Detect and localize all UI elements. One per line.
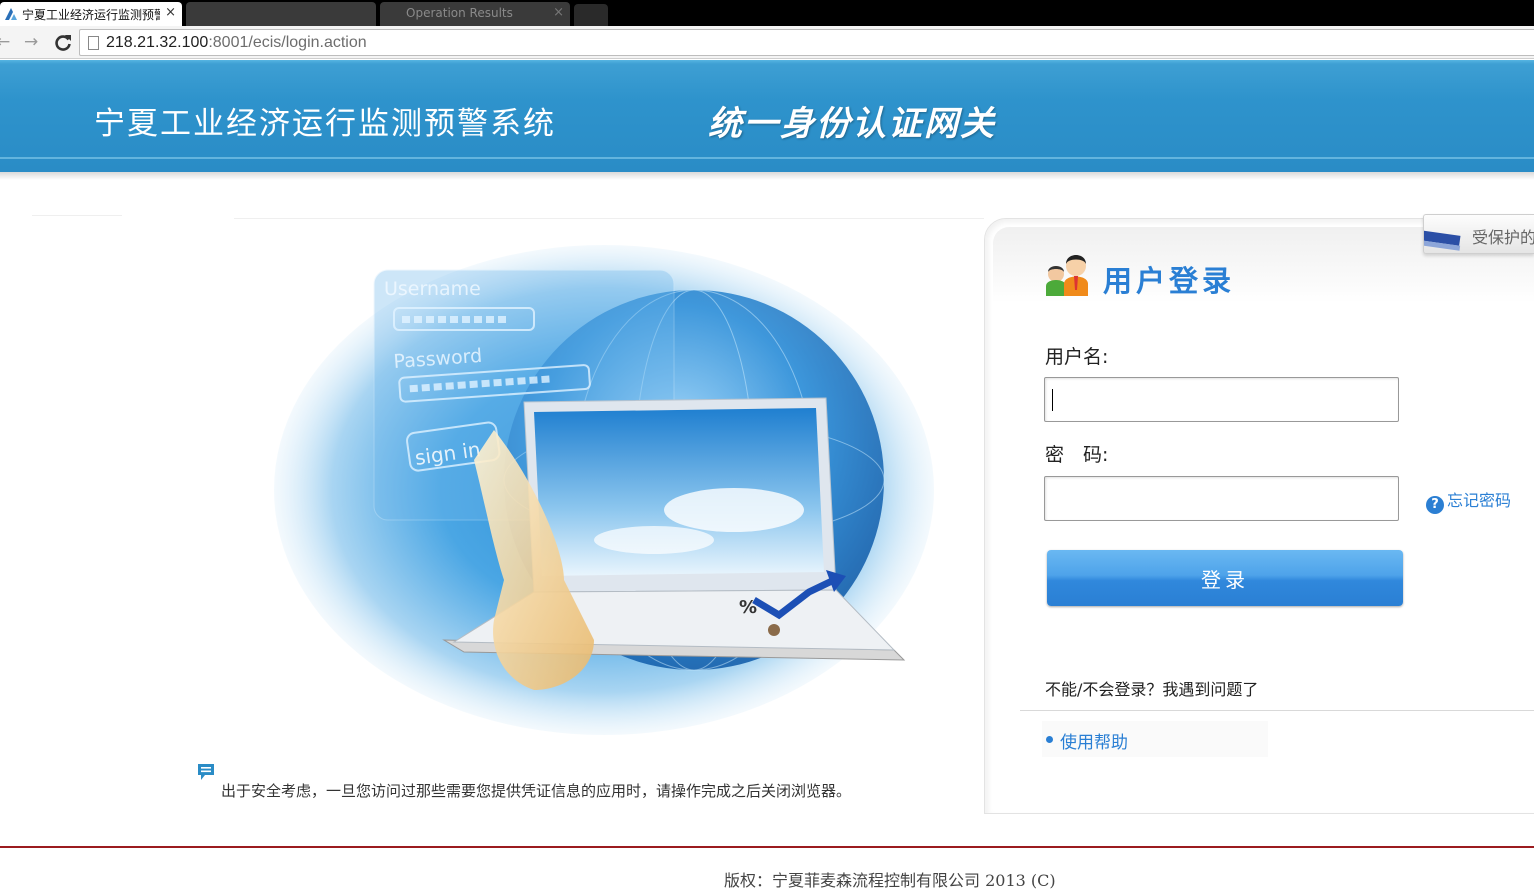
username-input[interactable] (1044, 377, 1399, 422)
copyright-text: 版权：宁夏菲麦森流程控制有限公司 2013 (C) (724, 871, 1056, 890)
bullet-icon (1046, 736, 1053, 743)
login-illustration: Username Password sign in % (234, 220, 984, 742)
hero-percent-label: % (739, 597, 757, 618)
forward-icon[interactable]: → (24, 33, 38, 51)
protected-tab-label: 受保护的 (1472, 228, 1534, 247)
divider (32, 215, 122, 216)
hero-username-label: Username (384, 278, 481, 300)
system-title: 宁夏工业经济运行监测预警系统 (94, 106, 556, 142)
page-icon (88, 36, 99, 50)
security-notice: 出于安全考虑，一旦您访问过那些需要您提供凭证信息的应用时，请操作完成之后关闭浏览… (221, 782, 852, 800)
new-tab-button[interactable] (574, 4, 608, 26)
address-bar[interactable]: 218.21.32.100:8001/ecis/login.action (79, 29, 1534, 56)
password-input[interactable] (1044, 476, 1399, 521)
browser-tab-active[interactable]: 宁夏工业经济运行监测预警 × (0, 2, 182, 26)
users-icon (1046, 255, 1088, 296)
usage-help-link[interactable]: 使用帮助 (1060, 728, 1128, 753)
reload-icon[interactable] (52, 30, 74, 54)
tab-title: 宁夏工业经济运行监测预警 (22, 8, 160, 22)
divider (1020, 710, 1534, 711)
divider (234, 218, 984, 219)
forgot-password-label: 忘记密码 (1447, 491, 1512, 510)
comment-icon (198, 764, 214, 780)
help-question-icon: ? (1426, 496, 1444, 514)
site-header: 宁夏工业经济运行监测预警系统 统一身份认证网关 (0, 60, 1534, 180)
tab-close-icon[interactable]: × (165, 5, 176, 20)
back-icon[interactable]: ← (0, 33, 10, 51)
password-label: 密 码: (1045, 444, 1109, 466)
forgot-password-link[interactable]: ? 忘记密码 (1426, 487, 1511, 514)
protected-resource-tab[interactable]: 受保护的 (1423, 214, 1534, 254)
login-button[interactable]: 登录 (1047, 550, 1403, 606)
login-title: 用户登录 (1103, 264, 1236, 298)
username-label: 用户名: (1045, 346, 1109, 368)
browser-toolbar: ← → 218.21.32.100:8001/ecis/login.action (0, 26, 1534, 59)
site-logo-icon (5, 8, 17, 20)
address-url: 218.21.32.100:8001/ecis/login.action (106, 34, 367, 51)
tab-close-icon[interactable]: × (553, 5, 564, 20)
text-caret (1052, 389, 1053, 411)
footer-rule (0, 846, 1534, 848)
login-trouble-text: 不能/不会登录？我遇到问题了 (1045, 680, 1259, 699)
tab-title: Operation Results (406, 6, 513, 20)
browser-tab-bar: 宁夏工业经济运行监测预警 × Operation Results × (0, 0, 1534, 26)
gateway-title: 统一身份认证网关 (708, 104, 996, 144)
browser-tab[interactable]: Operation Results × (380, 2, 570, 26)
browser-tab[interactable] (186, 2, 376, 26)
